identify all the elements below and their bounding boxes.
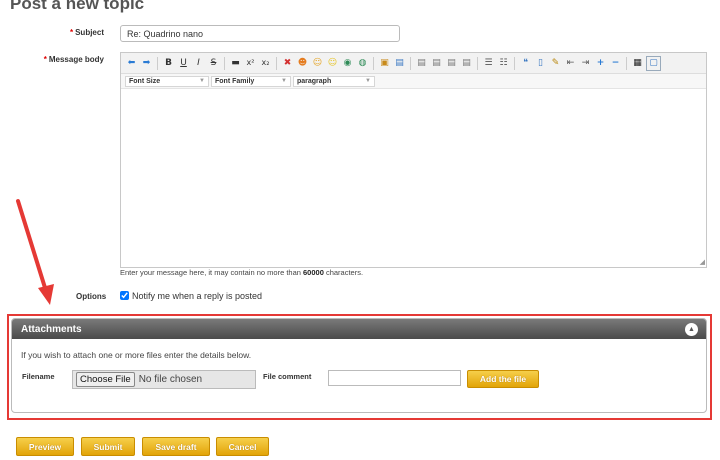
ordered-list-icon[interactable]: ☰ [482, 57, 495, 70]
paragraph-format-select[interactable]: paragraph ▼ [293, 75, 375, 87]
table-icon[interactable]: ▤ [393, 57, 406, 70]
preview-button[interactable]: Preview [16, 437, 74, 456]
link-globe-icon[interactable]: ◉ [341, 57, 354, 70]
toolbar-divider [626, 56, 627, 70]
expand-icon[interactable]: + [594, 57, 607, 70]
resize-handle-icon[interactable]: ◢ [700, 258, 705, 266]
file-input[interactable]: Choose File No file chosen [72, 370, 256, 389]
bold-button[interactable]: B [162, 57, 175, 70]
outdent-icon[interactable]: ⇤ [564, 57, 577, 70]
notify-label: Notify me when a reply is posted [132, 291, 263, 301]
choose-file-button[interactable]: Choose File [76, 372, 135, 387]
remove-format-icon[interactable]: ✖ [281, 57, 294, 70]
strikethrough-button[interactable]: S [207, 57, 220, 70]
smiley-icon[interactable]: ☺ [311, 57, 324, 70]
subject-label: * Subject [69, 28, 104, 37]
attachments-panel: Attachments ▲ If you wish to attach one … [11, 318, 707, 413]
message-hint: Enter your message here, it may contain … [120, 268, 364, 277]
brush-icon[interactable]: ✎ [549, 57, 562, 70]
unlink-globe-icon[interactable]: ◍ [356, 57, 369, 70]
add-file-button[interactable]: Add the file [467, 370, 539, 388]
subject-input[interactable] [120, 25, 400, 42]
required-marker: * [43, 55, 47, 64]
redo-icon[interactable]: ➡ [140, 57, 153, 70]
toolbar-divider [410, 56, 411, 70]
source-icon[interactable]: ▢ [646, 55, 661, 71]
editor-toolbar: ⬅ ➡ B U I S ▬ x² x₂ ✖ ☻ ☺ ☺ ◉ ◍ ▣ ▤ ▤ ▤ … [121, 53, 706, 74]
image-icon[interactable]: ▣ [378, 57, 391, 70]
undo-icon[interactable]: ⬅ [125, 57, 138, 70]
submit-button[interactable]: Submit [81, 437, 135, 456]
italic-button[interactable]: I [192, 57, 205, 70]
editor-dropdown-row: Font Size ▼ Font Family ▼ paragraph ▼ [121, 74, 706, 89]
notify-checkbox[interactable] [120, 291, 129, 300]
cancel-button[interactable]: Cancel [216, 437, 269, 456]
toolbar-divider [514, 56, 515, 70]
media-icon[interactable]: ▦ [631, 57, 644, 70]
required-marker: * [69, 28, 74, 37]
chevron-down-icon: ▼ [365, 78, 371, 84]
align-left-icon[interactable]: ▤ [415, 57, 428, 70]
superscript-button[interactable]: x² [244, 57, 257, 70]
toolbar-divider [477, 56, 478, 70]
horizontal-rule-icon[interactable]: ▬ [229, 57, 242, 70]
toolbar-divider [276, 56, 277, 70]
file-comment-label: File comment [263, 372, 312, 381]
save-draft-button[interactable]: Save draft [142, 437, 210, 456]
attachments-header[interactable]: Attachments ▲ [12, 319, 706, 339]
font-family-select[interactable]: Font Family ▼ [211, 75, 291, 87]
toolbar-divider [157, 56, 158, 70]
file-comment-input[interactable] [328, 370, 461, 386]
file-status-text: No file chosen [138, 374, 203, 385]
code-icon[interactable]: ▯ [534, 57, 547, 70]
chevron-down-icon: ▼ [199, 78, 205, 84]
align-center-icon[interactable]: ▤ [430, 57, 443, 70]
happy-icon[interactable]: ☺ [326, 57, 339, 70]
filename-label: Filename [22, 372, 55, 381]
message-body-label: * Message body [43, 55, 104, 64]
collapse-chevron-up-icon[interactable]: ▲ [685, 323, 698, 336]
font-size-select[interactable]: Font Size ▼ [125, 75, 209, 87]
underline-button[interactable]: U [177, 57, 190, 70]
quote-icon[interactable]: ❝ [519, 57, 532, 70]
collapse-icon[interactable]: − [609, 57, 622, 70]
message-editor[interactable]: ⬅ ➡ B U I S ▬ x² x₂ ✖ ☻ ☺ ☺ ◉ ◍ ▣ ▤ ▤ ▤ … [120, 52, 707, 268]
page-title: Post a new topic [10, 0, 145, 13]
align-right-icon[interactable]: ▤ [445, 57, 458, 70]
subscript-button[interactable]: x₂ [259, 57, 272, 70]
editor-text-area[interactable] [121, 89, 706, 267]
emoticon-icon[interactable]: ☻ [296, 57, 309, 70]
attachments-intro: If you wish to attach one or more files … [21, 350, 252, 360]
options-label: Options [76, 292, 107, 301]
indent-icon[interactable]: ⇥ [579, 57, 592, 70]
toolbar-divider [373, 56, 374, 70]
align-justify-icon[interactable]: ▤ [460, 57, 473, 70]
unordered-list-icon[interactable]: ☷ [497, 57, 510, 70]
chevron-down-icon: ▼ [281, 78, 287, 84]
toolbar-divider [224, 56, 225, 70]
